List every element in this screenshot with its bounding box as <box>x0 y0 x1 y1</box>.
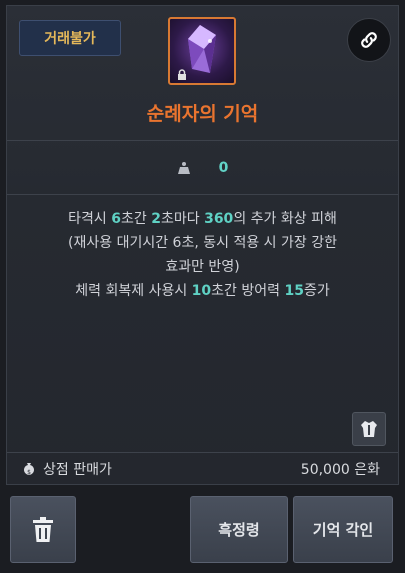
weight-icon <box>177 162 190 174</box>
item-icon[interactable] <box>168 17 236 85</box>
weight-stat-row: 0 <box>7 142 398 194</box>
money-bag-icon: $ <box>24 462 34 476</box>
delete-button[interactable] <box>10 496 76 563</box>
memory-engrave-button[interactable]: 기억 각인 <box>293 496 393 563</box>
desc-line-2: (재사용 대기시간 6초, 동시 적용 시 가장 강한 <box>68 235 337 251</box>
item-description: 타격시 6초간 2초마다 360의 추가 화상 피해 (재사용 대기시간 6초,… <box>17 207 388 303</box>
armor-button[interactable] <box>352 412 386 446</box>
divider <box>7 194 398 195</box>
shop-price-row: $ 상점 판매가 50,000 은화 <box>7 453 398 484</box>
desc-line-3: 효과만 반영) <box>165 259 240 275</box>
desc-line-1: 타격시 6초간 2초마다 360의 추가 화상 피해 <box>68 211 337 227</box>
item-name: 순례자의 기억 <box>146 103 259 125</box>
price-label: 상점 판매가 <box>43 461 112 478</box>
black-spirit-button[interactable]: 흑정령 <box>190 496 288 563</box>
svg-text:$: $ <box>27 469 31 476</box>
item-tooltip-panel: 거래불가 순례자의 기억 0 타격시 6초간 2초마다 360의 추가 화상 피… <box>6 5 399 485</box>
weight-value: 0 <box>218 160 229 176</box>
link-icon <box>361 32 377 48</box>
price-value: 50,000 은화 <box>300 461 380 478</box>
desc-line-4: 체력 회복제 사용시 10초간 방어력 15증가 <box>75 283 330 299</box>
link-button[interactable] <box>347 18 391 62</box>
lock-icon <box>178 69 186 80</box>
trade-restriction-tag: 거래불가 <box>19 20 121 56</box>
divider <box>7 140 398 141</box>
trash-icon <box>33 516 53 542</box>
armor-icon <box>361 421 377 437</box>
